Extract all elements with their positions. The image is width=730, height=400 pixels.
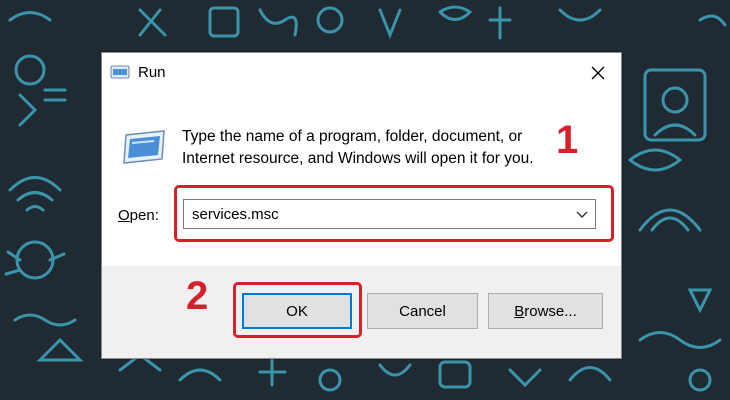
run-icon: [110, 65, 130, 79]
highlight-ok-button: [233, 282, 362, 338]
run-description: Type the name of a program, folder, docu…: [182, 128, 534, 167]
browse-label: rowse...: [524, 302, 577, 320]
close-icon: [591, 66, 605, 80]
window-title: Run: [138, 64, 166, 81]
run-icon: [123, 130, 165, 164]
browse-button[interactable]: Browse...: [488, 293, 603, 329]
browse-mnemonic: B: [514, 302, 525, 320]
step-1-label: 1: [556, 118, 579, 162]
highlight-open-field: [174, 185, 614, 242]
cancel-button[interactable]: Cancel: [367, 293, 478, 329]
open-label: Open:: [118, 207, 159, 224]
open-label-mnemonic: O: [118, 207, 130, 224]
step-2-label: 2: [186, 274, 209, 318]
title-bar[interactable]: Run: [102, 53, 621, 93]
open-label-text: pen:: [129, 207, 159, 224]
close-button[interactable]: [575, 53, 621, 93]
